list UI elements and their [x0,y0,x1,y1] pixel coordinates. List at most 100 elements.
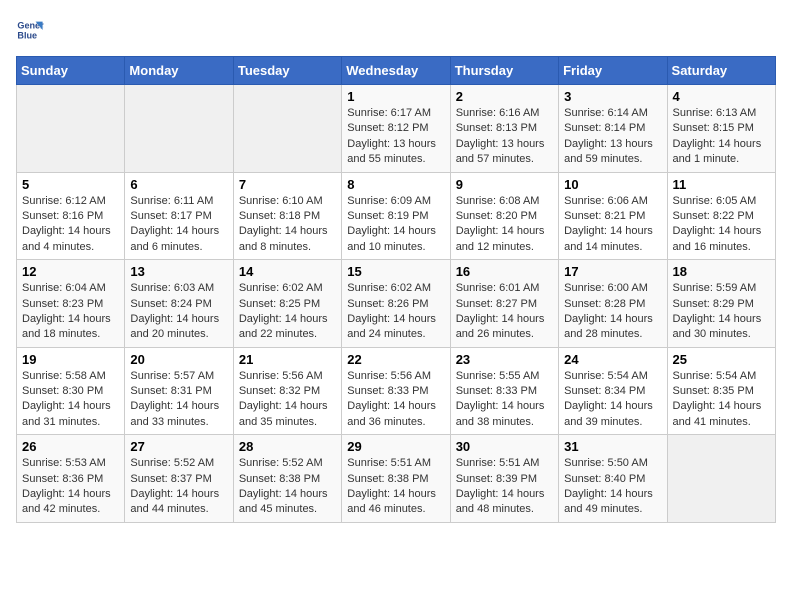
weekday-header-sunday: Sunday [17,57,125,85]
calendar-cell: 7 Sunrise: 6:10 AMSunset: 8:18 PMDaylight… [233,172,341,260]
day-number: 30 [456,439,553,454]
day-info: Sunrise: 5:52 AMSunset: 8:37 PMDaylight:… [130,456,227,518]
weekday-header-tuesday: Tuesday [233,57,341,85]
day-info: Sunrise: 6:06 AMSunset: 8:21 PMDaylight:… [564,194,661,256]
calendar-cell: 13 Sunrise: 6:03 AMSunset: 8:24 PMDayligh… [125,260,233,348]
day-number: 6 [130,177,227,192]
calendar-cell: 8Sunrise: 6:09 AMSunset: 8:19 PMDaylight… [342,172,450,260]
day-number: 16 [456,264,553,279]
day-info: Sunrise: 6:08 AMSunset: 8:20 PMDaylight:… [456,194,553,256]
day-info: Sunrise: 6:11 AMSunset: 8:17 PMDaylight:… [130,194,227,256]
day-number: 14 [239,264,336,279]
day-number: 28 [239,439,336,454]
day-info: Sunrise: 5:51 AMSunset: 8:39 PMDaylight:… [456,456,553,518]
calendar-cell: 27 Sunrise: 5:52 AMSunset: 8:37 PMDayligh… [125,435,233,523]
calendar-week-3: 12 Sunrise: 6:04 AMSunset: 8:23 PMDayligh… [17,260,776,348]
calendar-cell: 20 Sunrise: 5:57 AMSunset: 8:31 PMDayligh… [125,347,233,435]
day-info: Sunrise: 5:54 AMSunset: 8:34 PMDaylight:… [564,369,661,431]
day-number: 21 [239,352,336,367]
calendar-cell: 22Sunrise: 5:56 AMSunset: 8:33 PMDayligh… [342,347,450,435]
calendar-cell [233,85,341,173]
calendar-cell: 9 Sunrise: 6:08 AMSunset: 8:20 PMDaylight… [450,172,558,260]
weekday-header-friday: Friday [559,57,667,85]
day-info: Sunrise: 5:53 AMSunset: 8:36 PMDaylight:… [22,456,119,518]
weekday-header-monday: Monday [125,57,233,85]
weekday-header-thursday: Thursday [450,57,558,85]
day-number: 7 [239,177,336,192]
calendar-cell: 16Sunrise: 6:01 AMSunset: 8:27 PMDayligh… [450,260,558,348]
calendar-header: SundayMondayTuesdayWednesdayThursdayFrid… [17,57,776,85]
day-info: Sunrise: 5:58 AMSunset: 8:30 PMDaylight:… [22,369,119,431]
day-info: Sunrise: 6:16 AMSunset: 8:13 PMDaylight:… [456,106,553,168]
calendar-cell: 1Sunrise: 6:17 AMSunset: 8:12 PMDaylight… [342,85,450,173]
day-info: Sunrise: 6:02 AMSunset: 8:26 PMDaylight:… [347,281,444,343]
day-info: Sunrise: 5:57 AMSunset: 8:31 PMDaylight:… [130,369,227,431]
day-number: 4 [673,89,770,104]
calendar-cell: 29 Sunrise: 5:51 AMSunset: 8:38 PMDayligh… [342,435,450,523]
day-number: 10 [564,177,661,192]
calendar-cell [125,85,233,173]
calendar-cell: 17 Sunrise: 6:00 AMSunset: 8:28 PMDayligh… [559,260,667,348]
day-number: 11 [673,177,770,192]
day-info: Sunrise: 6:12 AMSunset: 8:16 PMDaylight:… [22,194,119,256]
calendar-cell: 28Sunrise: 5:52 AMSunset: 8:38 PMDayligh… [233,435,341,523]
day-info: Sunrise: 5:51 AMSunset: 8:38 PMDaylight:… [347,456,444,518]
calendar-cell: 5 Sunrise: 6:12 AMSunset: 8:16 PMDaylight… [17,172,125,260]
day-info: Sunrise: 5:56 AMSunset: 8:32 PMDaylight:… [239,369,336,431]
calendar-cell: 10 Sunrise: 6:06 AMSunset: 8:21 PMDayligh… [559,172,667,260]
day-number: 23 [456,352,553,367]
day-info: Sunrise: 6:09 AMSunset: 8:19 PMDaylight:… [347,194,444,256]
day-info: Sunrise: 6:04 AMSunset: 8:23 PMDaylight:… [22,281,119,343]
day-number: 22 [347,352,444,367]
day-number: 15 [347,264,444,279]
day-number: 29 [347,439,444,454]
calendar-cell: 21 Sunrise: 5:56 AMSunset: 8:32 PMDayligh… [233,347,341,435]
day-info: Sunrise: 6:17 AMSunset: 8:12 PMDaylight:… [347,106,444,168]
day-number: 5 [22,177,119,192]
day-info: Sunrise: 6:10 AMSunset: 8:18 PMDaylight:… [239,194,336,256]
day-number: 26 [22,439,119,454]
day-number: 27 [130,439,227,454]
calendar-table: SundayMondayTuesdayWednesdayThursdayFrid… [16,56,776,523]
day-info: Sunrise: 5:55 AMSunset: 8:33 PMDaylight:… [456,369,553,431]
calendar-cell: 14 Sunrise: 6:02 AMSunset: 8:25 PMDayligh… [233,260,341,348]
svg-text:Blue: Blue [17,30,37,40]
calendar-cell: 19 Sunrise: 5:58 AMSunset: 8:30 PMDayligh… [17,347,125,435]
calendar-cell: 11 Sunrise: 6:05 AMSunset: 8:22 PMDayligh… [667,172,775,260]
logo: General Blue [16,16,44,44]
weekday-header-row: SundayMondayTuesdayWednesdayThursdayFrid… [17,57,776,85]
calendar-cell: 2Sunrise: 6:16 AMSunset: 8:13 PMDaylight… [450,85,558,173]
day-number: 12 [22,264,119,279]
day-info: Sunrise: 6:14 AMSunset: 8:14 PMDaylight:… [564,106,661,168]
day-info: Sunrise: 6:13 AMSunset: 8:15 PMDaylight:… [673,106,770,168]
calendar-cell: 31 Sunrise: 5:50 AMSunset: 8:40 PMDayligh… [559,435,667,523]
calendar-cell: 3 Sunrise: 6:14 AMSunset: 8:14 PMDaylight… [559,85,667,173]
day-number: 20 [130,352,227,367]
day-info: Sunrise: 5:50 AMSunset: 8:40 PMDaylight:… [564,456,661,518]
day-number: 24 [564,352,661,367]
calendar-cell: 6 Sunrise: 6:11 AMSunset: 8:17 PMDaylight… [125,172,233,260]
day-info: Sunrise: 6:05 AMSunset: 8:22 PMDaylight:… [673,194,770,256]
logo-icon: General Blue [16,16,44,44]
day-number: 17 [564,264,661,279]
day-number: 19 [22,352,119,367]
calendar-cell: 15 Sunrise: 6:02 AMSunset: 8:26 PMDayligh… [342,260,450,348]
calendar-cell: 26 Sunrise: 5:53 AMSunset: 8:36 PMDayligh… [17,435,125,523]
day-info: Sunrise: 6:03 AMSunset: 8:24 PMDaylight:… [130,281,227,343]
calendar-cell: 12 Sunrise: 6:04 AMSunset: 8:23 PMDayligh… [17,260,125,348]
day-number: 31 [564,439,661,454]
day-info: Sunrise: 6:00 AMSunset: 8:28 PMDaylight:… [564,281,661,343]
calendar-week-5: 26 Sunrise: 5:53 AMSunset: 8:36 PMDayligh… [17,435,776,523]
calendar-cell: 18Sunrise: 5:59 AMSunset: 8:29 PMDayligh… [667,260,775,348]
day-number: 3 [564,89,661,104]
calendar-body: 1Sunrise: 6:17 AMSunset: 8:12 PMDaylight… [17,85,776,523]
day-number: 9 [456,177,553,192]
calendar-cell: 30 Sunrise: 5:51 AMSunset: 8:39 PMDayligh… [450,435,558,523]
calendar-week-4: 19 Sunrise: 5:58 AMSunset: 8:30 PMDayligh… [17,347,776,435]
day-info: Sunrise: 5:54 AMSunset: 8:35 PMDaylight:… [673,369,770,431]
weekday-header-wednesday: Wednesday [342,57,450,85]
calendar-cell [17,85,125,173]
day-number: 13 [130,264,227,279]
day-info: Sunrise: 5:59 AMSunset: 8:29 PMDaylight:… [673,281,770,343]
day-info: Sunrise: 6:02 AMSunset: 8:25 PMDaylight:… [239,281,336,343]
